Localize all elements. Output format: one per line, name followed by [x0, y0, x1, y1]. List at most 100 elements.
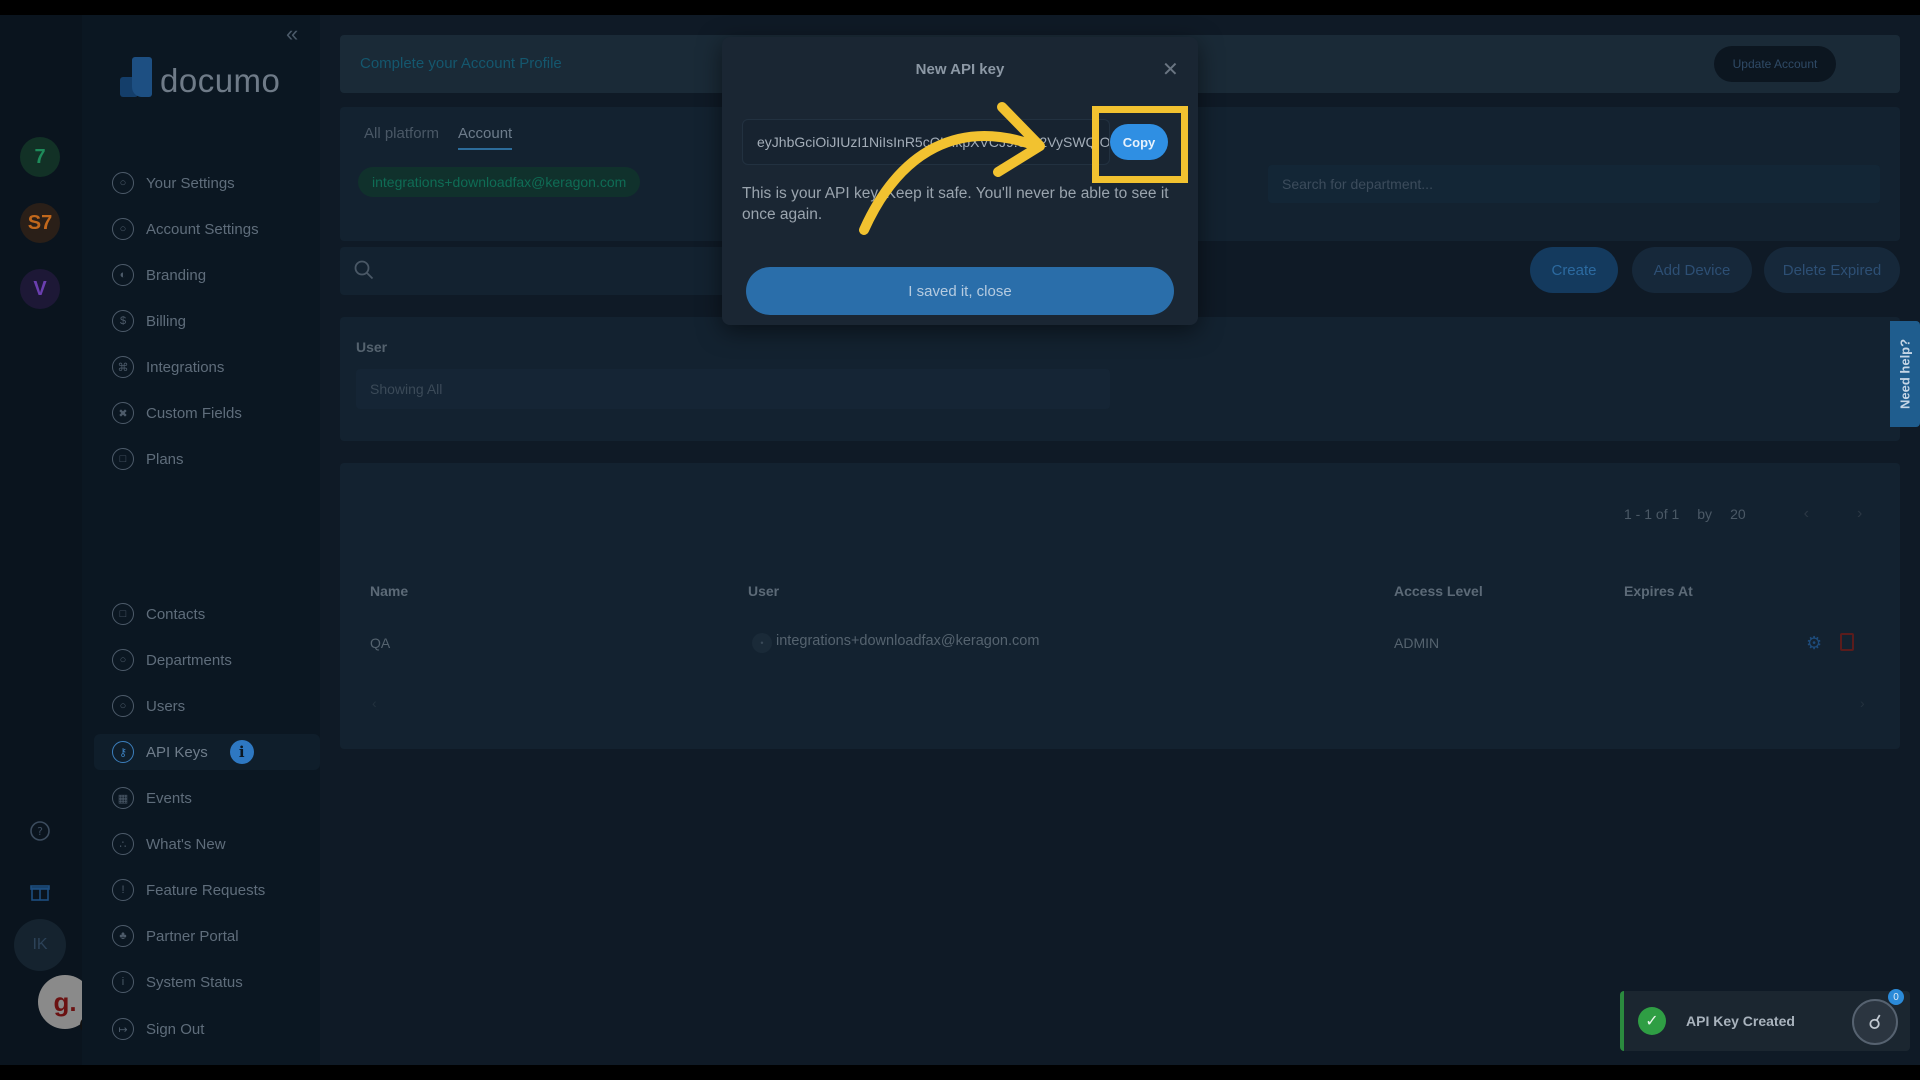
prev-page-icon[interactable]: ‹ [1804, 505, 1809, 523]
api-keys-table: 1 - 1 of 1 by 20 ‹ › Name User Access Le… [340, 463, 1900, 749]
next-page-icon[interactable]: › [1857, 505, 1862, 523]
column-header-user[interactable]: User [748, 583, 779, 599]
sidebar-item-label: API Keys [146, 743, 208, 761]
dollar-icon: $ [112, 310, 134, 332]
svg-text:?: ? [37, 825, 43, 838]
sidebar-item-label: Plans [146, 450, 184, 468]
sidebar-item-your-settings[interactable]: ○ Your Settings [112, 165, 320, 201]
s7-app-icon[interactable]: S7 [20, 203, 60, 243]
sign-out-icon: ↦ [112, 1018, 134, 1040]
sidebar-item-system-status[interactable]: i System Status [112, 964, 320, 1000]
seven-app-icon[interactable]: 7 [20, 137, 60, 177]
department-search-input[interactable]: Search for department... [1268, 165, 1880, 203]
user-filter-label: User [356, 339, 388, 355]
close-icon[interactable]: ✕ [1162, 57, 1179, 82]
sidebar-item-label: Events [146, 789, 192, 807]
saved-close-button[interactable]: I saved it, close [746, 267, 1174, 315]
account-chip[interactable]: integrations+downloadfax@keragon.com [358, 167, 641, 197]
sidebar-item-departments[interactable]: ○ Departments [112, 642, 320, 678]
tab-all-platform[interactable]: All platform [364, 125, 439, 148]
scroll-right-icon[interactable]: › [1860, 695, 1865, 711]
app-rail: 7 S7 V ? IK g. 8 [0, 15, 98, 1065]
column-header-expires-at[interactable]: Expires At [1624, 583, 1693, 599]
row-name: QA [370, 635, 391, 651]
gift-icon[interactable] [28, 879, 52, 903]
sidebar-item-partner-portal[interactable]: ♣ Partner Portal [112, 918, 320, 954]
column-header-name[interactable]: Name [370, 583, 408, 599]
scroll-left-icon[interactable]: ‹ [372, 695, 377, 711]
lock-icon: □ [112, 448, 134, 470]
user-avatar-small: • [752, 633, 772, 653]
row-user: integrations+downloadfax@keragon.com [776, 633, 1040, 649]
feature-request-icon: ! [112, 879, 134, 901]
user-filter-select[interactable]: Showing All [356, 369, 1110, 409]
toast-message: API Key Created [1686, 1013, 1795, 1029]
copy-highlight-box [1092, 106, 1188, 183]
column-header-access-level[interactable]: Access Level [1394, 583, 1483, 599]
sidebar-item-label: What's New [146, 835, 226, 853]
banner-text[interactable]: Complete your Account Profile [360, 55, 562, 72]
sidebar-item-contacts[interactable]: □ Contacts [112, 596, 320, 632]
account-icon: ○ [112, 218, 134, 240]
trash-icon[interactable] [1840, 633, 1854, 651]
sidebar-item-what-s-new[interactable]: ∴ What's New [112, 826, 320, 862]
documo-logo-mark [120, 57, 154, 97]
sidebar-item-custom-fields[interactable]: ✖ Custom Fields [112, 395, 320, 431]
sidebar-item-label: Feature Requests [146, 881, 266, 899]
v-app-icon[interactable]: V [20, 269, 60, 309]
sidebar-item-plans[interactable]: □ Plans [112, 441, 320, 477]
dialog-title: New API key [915, 61, 1005, 78]
app-screen: 7 S7 V ? IK g. 8 « documo ○ Your Settings… [0, 15, 1920, 1065]
api-key-field[interactable]: eyJhbGciOiJIUzI1NiIsInR5cCI6IkpXVCJ9.eyJ… [742, 119, 1110, 165]
chat-badge: 0 [1888, 989, 1904, 1005]
sidebar-item-sign-out[interactable]: ↦ Sign Out [112, 1011, 320, 1047]
sidebar-item-label: Contacts [146, 605, 206, 623]
search-icon [354, 260, 374, 280]
sidebar-item-api-keys[interactable]: ⚷ API Keys i [94, 734, 320, 770]
pagination: 1 - 1 of 1 by 20 ‹ › [1624, 505, 1862, 523]
sidebar-item-integrations[interactable]: ⌘ Integrations [112, 349, 320, 385]
sidebar-item-label: Partner Portal [146, 927, 239, 945]
sidebar-item-label: Sign Out [146, 1020, 205, 1038]
sidebar-item-feature-requests[interactable]: ! Feature Requests [112, 872, 320, 908]
sidebar-item-label: Billing [146, 312, 187, 330]
per-page-select[interactable]: 20 [1730, 506, 1746, 522]
cake-icon: ∴ [112, 833, 134, 855]
api-key-created-toast: ✓ API Key Created ☌ 0 [1620, 989, 1910, 1051]
workspace-avatar[interactable]: IK [14, 919, 66, 971]
info-icon[interactable]: i [229, 740, 254, 764]
documo-logo: documo [120, 57, 280, 97]
tools-icon: ✖ [112, 402, 134, 424]
sidebar-item-label: Branding [146, 266, 207, 284]
sidebar-item-account-settings[interactable]: ○ Account Settings [112, 211, 320, 247]
sidebar-item-label: Account Settings [146, 220, 259, 238]
sidebar-item-billing[interactable]: $ Billing [112, 303, 320, 339]
sidebar-item-branding[interactable]: ◐ Branding [112, 257, 320, 293]
search-input[interactable] [340, 247, 740, 295]
delete-expired-button[interactable]: Delete Expired [1764, 247, 1900, 293]
sidebar-item-label: Custom Fields [146, 404, 242, 422]
handshake-icon: ♣ [112, 925, 134, 947]
collapse-sidebar-icon[interactable]: « [286, 21, 298, 47]
row-access-level: ADMIN [1394, 635, 1440, 651]
palette-icon: ◐ [112, 264, 134, 286]
integrations-icon: ⌘ [112, 356, 134, 378]
update-account-button[interactable]: Update Account [1714, 46, 1836, 82]
gear-icon[interactable]: ⚙ [1806, 633, 1822, 654]
contacts-icon: □ [112, 603, 134, 625]
sidebar-item-label: Departments [146, 651, 232, 669]
departments-icon: ○ [112, 649, 134, 671]
sidebar-item-label: System Status [146, 973, 243, 991]
sidebar-item-users[interactable]: ○ Users [112, 688, 320, 724]
api-key-warning: This is your API key. Keep it safe. You'… [742, 185, 1169, 223]
tab-account[interactable]: Account [458, 125, 513, 150]
create-button[interactable]: Create [1530, 247, 1618, 293]
add-device-button[interactable]: Add Device [1632, 247, 1752, 293]
status-icon: i [112, 971, 134, 993]
sidebar-item-label: Integrations [146, 358, 225, 376]
chat-widget-icon[interactable]: ☌ [1852, 999, 1898, 1045]
need-help-tab[interactable]: Need help? [1890, 321, 1920, 427]
sidebar-item-events[interactable]: ▦ Events [112, 780, 320, 816]
pagination-by: by [1697, 506, 1713, 522]
help-icon[interactable]: ? [28, 819, 52, 843]
